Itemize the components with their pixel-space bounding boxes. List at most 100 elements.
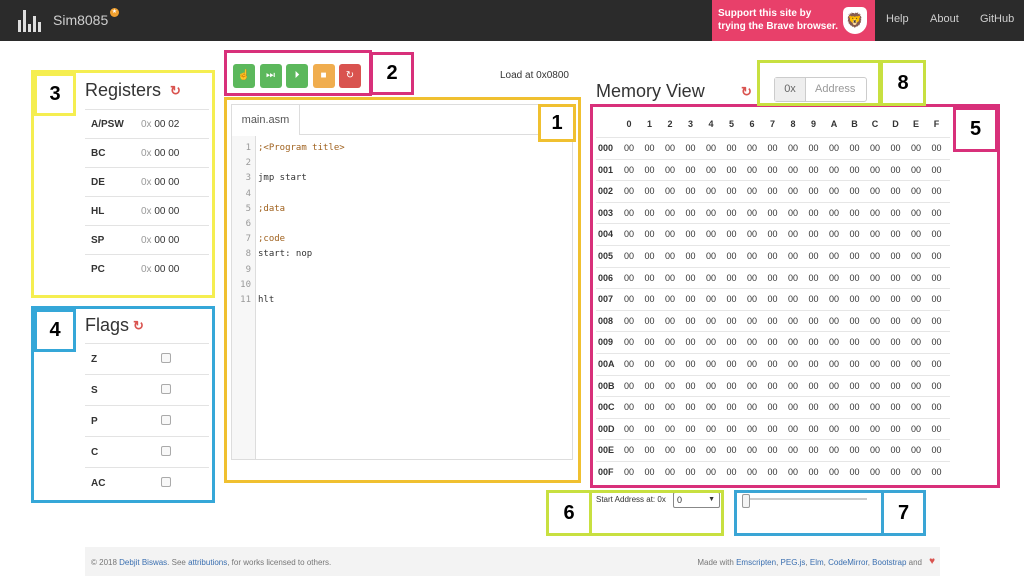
- memory-cell[interactable]: 00: [906, 359, 926, 369]
- memory-cell[interactable]: 00: [845, 273, 865, 283]
- memory-cell[interactable]: 00: [763, 424, 783, 434]
- memory-cell[interactable]: 00: [722, 229, 742, 239]
- memory-cell[interactable]: 00: [640, 208, 660, 218]
- memory-cell[interactable]: 00: [742, 359, 762, 369]
- memory-cell[interactable]: 00: [722, 208, 742, 218]
- memory-cell[interactable]: 00: [742, 337, 762, 347]
- memory-cell[interactable]: 00: [701, 359, 721, 369]
- memory-cell[interactable]: 00: [886, 445, 906, 455]
- memory-cell[interactable]: 00: [763, 445, 783, 455]
- memory-cell[interactable]: 00: [906, 316, 926, 326]
- memory-cell[interactable]: 00: [824, 424, 844, 434]
- memory-cell[interactable]: 00: [865, 424, 885, 434]
- memory-cell[interactable]: 00: [804, 251, 824, 261]
- memory-cell[interactable]: 00: [865, 143, 885, 153]
- memory-cell[interactable]: 00: [640, 402, 660, 412]
- memory-cell[interactable]: 00: [619, 316, 639, 326]
- memory-cell[interactable]: 00: [742, 424, 762, 434]
- memory-cell[interactable]: 00: [824, 359, 844, 369]
- footer-attributions-link[interactable]: attributions: [188, 558, 227, 567]
- memory-cell[interactable]: 00: [845, 208, 865, 218]
- memory-cell[interactable]: 00: [701, 294, 721, 304]
- memory-cell[interactable]: 00: [865, 467, 885, 477]
- memory-cell[interactable]: 00: [824, 294, 844, 304]
- memory-cell[interactable]: 00: [804, 143, 824, 153]
- memory-cell[interactable]: 00: [681, 143, 701, 153]
- memory-cell[interactable]: 00: [824, 251, 844, 261]
- memory-cell[interactable]: 00: [722, 402, 742, 412]
- memory-cell[interactable]: 00: [783, 381, 803, 391]
- nav-help[interactable]: Help: [886, 13, 909, 25]
- memory-cell[interactable]: 00: [619, 165, 639, 175]
- memory-cell[interactable]: 00: [824, 143, 844, 153]
- memory-cell[interactable]: 00: [927, 402, 947, 412]
- memory-cell[interactable]: 00: [783, 424, 803, 434]
- memory-cell[interactable]: 00: [763, 165, 783, 175]
- memory-cell[interactable]: 00: [722, 467, 742, 477]
- memory-cell[interactable]: 00: [722, 251, 742, 261]
- memory-cell[interactable]: 00: [886, 208, 906, 218]
- memory-cell[interactable]: 00: [742, 273, 762, 283]
- memory-cell[interactable]: 00: [865, 402, 885, 412]
- memory-cell[interactable]: 00: [783, 337, 803, 347]
- step-button[interactable]: ⏵: [286, 64, 308, 88]
- memory-cell[interactable]: 00: [927, 251, 947, 261]
- register-value[interactable]: 0x 00 00: [141, 264, 179, 275]
- memory-cell[interactable]: 00: [701, 445, 721, 455]
- memory-cell[interactable]: 00: [742, 143, 762, 153]
- memory-cell[interactable]: 00: [927, 143, 947, 153]
- memory-cell[interactable]: 00: [681, 359, 701, 369]
- memory-cell[interactable]: 00: [783, 294, 803, 304]
- memory-cell[interactable]: 00: [681, 186, 701, 196]
- memory-cell[interactable]: 00: [722, 337, 742, 347]
- footer-link-elm[interactable]: Elm: [810, 558, 824, 567]
- memory-cell[interactable]: 00: [742, 445, 762, 455]
- memory-cell[interactable]: 00: [886, 337, 906, 347]
- memory-cell[interactable]: 00: [742, 316, 762, 326]
- memory-cell[interactable]: 00: [701, 424, 721, 434]
- memory-cell[interactable]: 00: [763, 186, 783, 196]
- memory-cell[interactable]: 00: [845, 445, 865, 455]
- memory-cell[interactable]: 00: [886, 359, 906, 369]
- memory-cell[interactable]: 00: [804, 381, 824, 391]
- memory-cell[interactable]: 00: [742, 208, 762, 218]
- memory-cell[interactable]: 00: [619, 381, 639, 391]
- memory-cell[interactable]: 00: [845, 402, 865, 412]
- memory-cell[interactable]: 00: [845, 294, 865, 304]
- memory-cell[interactable]: 00: [845, 251, 865, 261]
- memory-cell[interactable]: 00: [906, 273, 926, 283]
- stop-button[interactable]: ■: [312, 64, 335, 88]
- memory-cell[interactable]: 00: [660, 208, 680, 218]
- memory-cell[interactable]: 00: [660, 316, 680, 326]
- memory-cell[interactable]: 00: [619, 467, 639, 477]
- memory-cell[interactable]: 00: [722, 294, 742, 304]
- memory-cell[interactable]: 00: [660, 424, 680, 434]
- memory-cell[interactable]: 00: [927, 165, 947, 175]
- footer-link-pegjs[interactable]: PEG.js: [781, 558, 806, 567]
- memory-cell[interactable]: 00: [619, 337, 639, 347]
- memory-cell[interactable]: 00: [783, 229, 803, 239]
- memory-cell[interactable]: 00: [886, 186, 906, 196]
- memory-cell[interactable]: 00: [927, 294, 947, 304]
- footer-author-link[interactable]: Debjit Biswas: [119, 558, 167, 567]
- memory-cell[interactable]: 00: [640, 445, 660, 455]
- memory-cell[interactable]: 00: [763, 467, 783, 477]
- memory-cell[interactable]: 00: [619, 143, 639, 153]
- footer-link-codemirror[interactable]: CodeMirror: [828, 558, 868, 567]
- memory-cell[interactable]: 00: [824, 402, 844, 412]
- memory-cell[interactable]: 00: [763, 337, 783, 347]
- memory-cell[interactable]: 00: [845, 229, 865, 239]
- memory-cell[interactable]: 00: [722, 165, 742, 175]
- memory-cell[interactable]: 00: [783, 402, 803, 412]
- memory-cell[interactable]: 00: [701, 273, 721, 283]
- memory-cell[interactable]: 00: [906, 381, 926, 391]
- register-value[interactable]: 0x 00 00: [141, 206, 179, 217]
- memory-cell[interactable]: 00: [681, 273, 701, 283]
- memory-cell[interactable]: 00: [681, 165, 701, 175]
- memory-cell[interactable]: 00: [701, 186, 721, 196]
- memory-cell[interactable]: 00: [804, 445, 824, 455]
- memory-cell[interactable]: 00: [783, 273, 803, 283]
- memory-cell[interactable]: 00: [865, 273, 885, 283]
- memory-cell[interactable]: 00: [640, 424, 660, 434]
- memory-cell[interactable]: 00: [763, 294, 783, 304]
